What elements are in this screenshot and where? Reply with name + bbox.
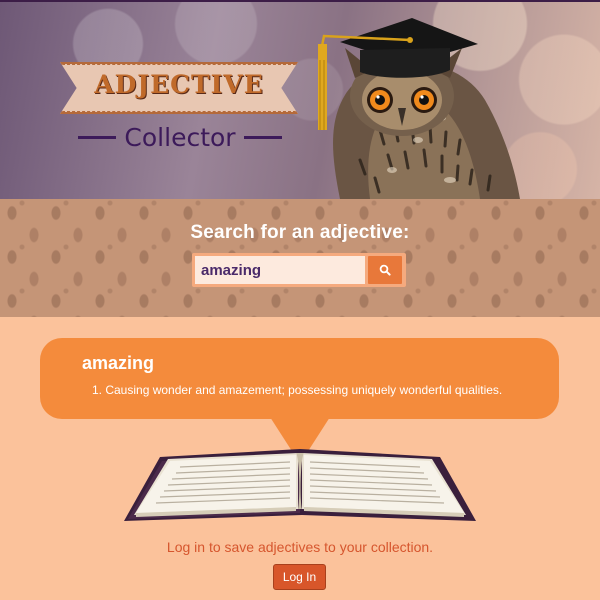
logo-subtitle: Collector xyxy=(124,122,236,152)
search-section: Search for an adjective: xyxy=(0,199,600,317)
definition-bubble: amazing 1. Causing wonder and amazement;… xyxy=(40,338,559,419)
search-input[interactable] xyxy=(195,256,365,284)
definition-item: 1. Causing wonder and amazement; possess… xyxy=(92,383,503,397)
definition-list: 1. Causing wonder and amazement; possess… xyxy=(92,383,502,397)
logo-subtitle-row: Collector xyxy=(70,122,290,152)
search-label: Search for an adjective: xyxy=(190,222,410,243)
main-content: amazing 1. Causing wonder and amazement;… xyxy=(0,317,600,600)
hero-banner: ADJECTIVE Collector xyxy=(0,0,600,199)
graduation-owl-image xyxy=(318,18,520,199)
search-button[interactable] xyxy=(368,256,402,284)
logo-divider-right xyxy=(243,135,282,139)
definition-word: amazing xyxy=(82,353,155,373)
logo-divider-left xyxy=(78,135,117,139)
search-icon xyxy=(379,264,391,276)
login-prompt: Log in to save adjectives to your collec… xyxy=(166,539,434,555)
open-book-image xyxy=(124,449,476,521)
login-button[interactable]: Log In xyxy=(273,564,326,590)
logo-title: ADJECTIVE xyxy=(94,70,264,99)
search-form xyxy=(192,253,406,287)
